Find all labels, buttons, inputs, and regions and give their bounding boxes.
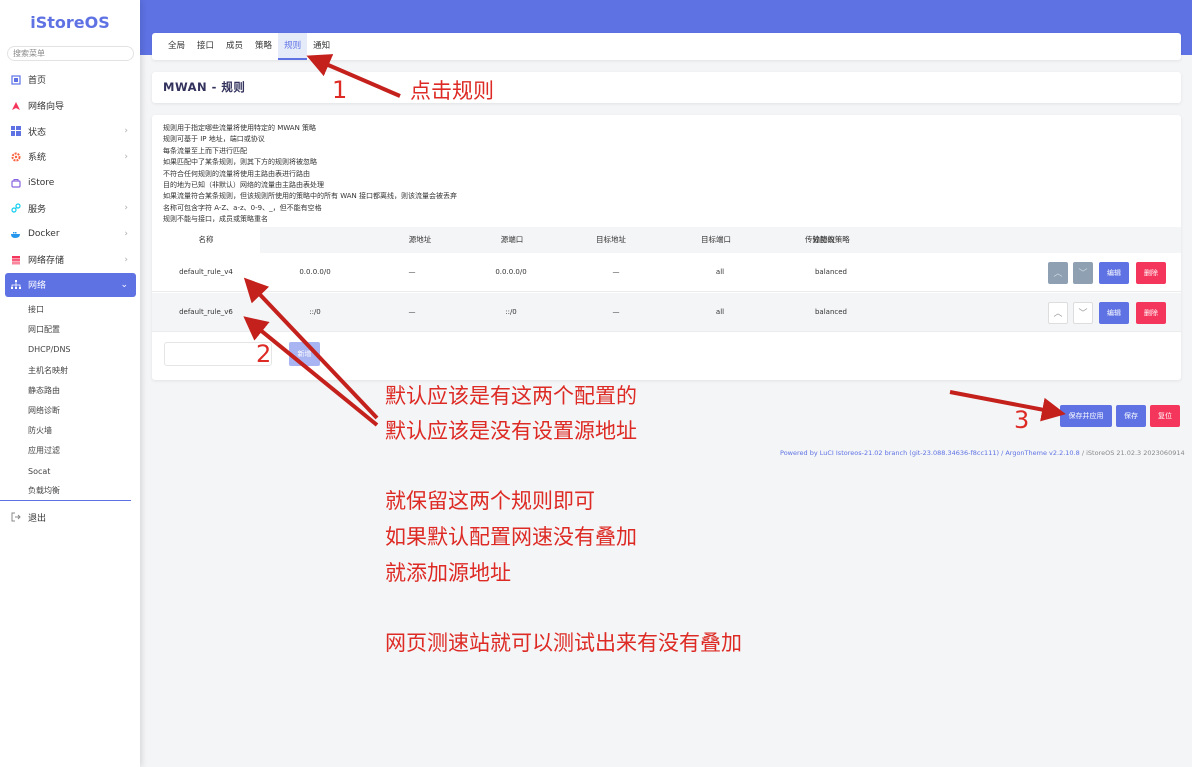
annotation-number-3: 3 (1014, 406, 1030, 434)
annotation-note: 默认应该是有这两个配置的 (385, 384, 637, 408)
annotation-number-2: 2 (256, 340, 272, 368)
annotation-note: 默认应该是没有设置源地址 (385, 419, 637, 443)
annotation-click-rules: 点击规则 (410, 79, 494, 103)
annotation-note: 网页测速站就可以测试出来有没有叠加 (385, 631, 742, 655)
arrow-1 (306, 54, 401, 98)
annotation-note: 如果默认配置网速没有叠加 (385, 525, 637, 549)
annotation-number-1: 1 (332, 76, 348, 104)
arrow-3 (949, 390, 1066, 422)
annotation-note: 就添加源地址 (385, 561, 511, 585)
arrow-2b (243, 316, 379, 427)
annotation-note: 就保留这两个规则即可 (385, 489, 595, 513)
